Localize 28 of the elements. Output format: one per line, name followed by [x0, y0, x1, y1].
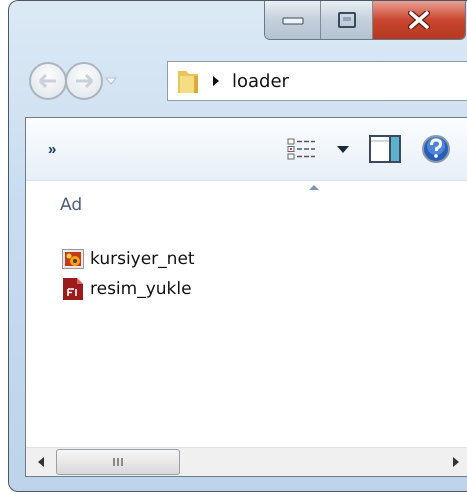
minimize-icon	[282, 15, 304, 25]
image-file-icon	[62, 249, 84, 269]
breadcrumb-arrow-icon	[212, 76, 220, 86]
file-name[interactable]: kursiyer_net	[90, 249, 195, 269]
overflow-button[interactable]: »	[40, 140, 62, 158]
scroll-right-icon[interactable]	[453, 457, 459, 467]
horizontal-scrollbar[interactable]	[26, 447, 467, 476]
close-icon	[407, 11, 431, 29]
scroll-thumb[interactable]	[56, 449, 180, 475]
close-button[interactable]	[373, 1, 465, 39]
column-header[interactable]: Ad	[60, 195, 82, 215]
minimize-button[interactable]	[265, 1, 321, 39]
help-icon	[421, 134, 451, 164]
flash-file-icon	[62, 277, 84, 301]
back-arrow-icon	[38, 74, 58, 88]
grip-icon	[112, 458, 124, 466]
forward-arrow-icon	[74, 74, 94, 88]
folder-icon	[176, 68, 200, 94]
sort-arrow-icon	[309, 185, 319, 190]
address-bar[interactable]: loader	[167, 61, 467, 101]
breadcrumb-item[interactable]: loader	[232, 70, 289, 92]
preview-pane-icon	[369, 135, 401, 163]
maximize-icon	[338, 12, 356, 28]
details-view-icon	[287, 138, 317, 160]
maximize-button[interactable]	[321, 1, 373, 39]
file-name[interactable]: resim_yukle	[90, 279, 192, 299]
caret-icon	[337, 146, 349, 152]
scroll-left-icon[interactable]	[38, 457, 44, 467]
